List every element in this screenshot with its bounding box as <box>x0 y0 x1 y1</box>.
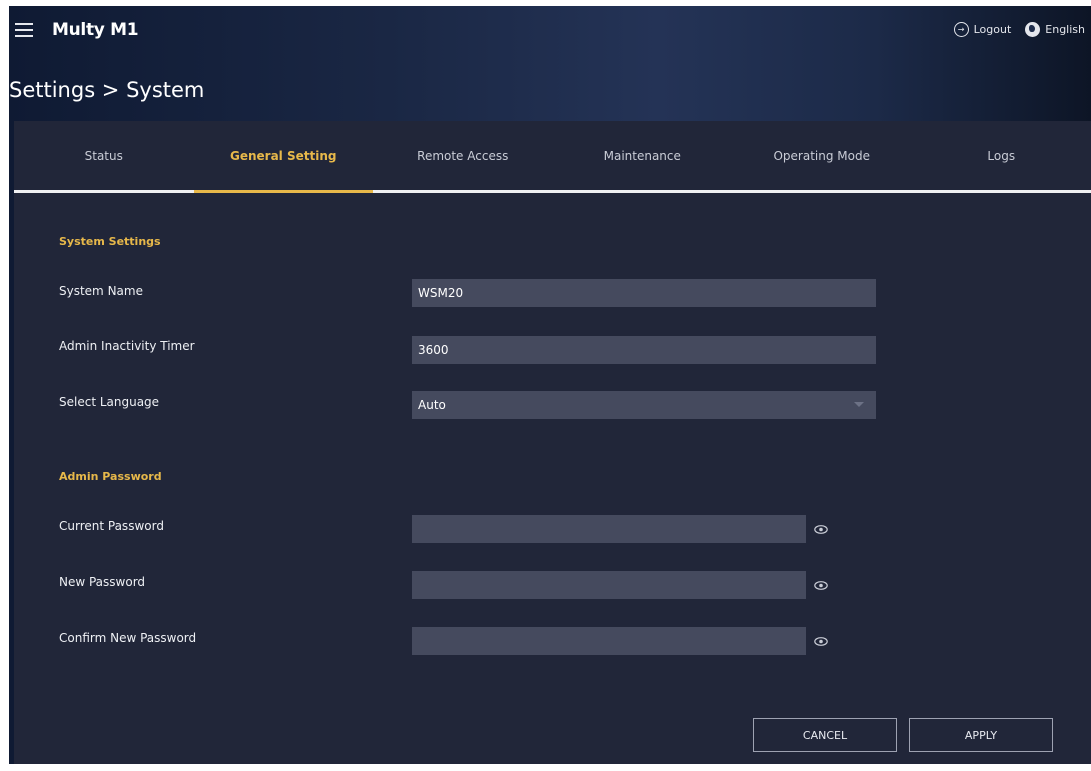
new-password-input[interactable] <box>412 571 806 599</box>
tab-status[interactable]: Status <box>14 121 194 190</box>
confirm-new-password-label: Confirm New Password <box>59 631 197 645</box>
admin-inactivity-timer-input[interactable]: 3600 <box>412 336 876 364</box>
tab-maintenance[interactable]: Maintenance <box>553 121 733 190</box>
select-language-dropdown[interactable]: Auto <box>412 391 876 419</box>
select-language-value: Auto <box>418 398 446 412</box>
cancel-button[interactable]: CANCEL <box>753 718 897 752</box>
tab-remote-access[interactable]: Remote Access <box>373 121 553 190</box>
eye-icon[interactable] <box>814 525 828 534</box>
settings-panel: Status General Setting Remote Access Mai… <box>14 121 1091 764</box>
logout-link[interactable]: → Logout <box>953 22 1012 37</box>
admin-password-heading: Admin Password <box>59 470 162 483</box>
current-password-input[interactable] <box>412 515 806 543</box>
system-settings-heading: System Settings <box>59 235 161 248</box>
tab-operating-mode[interactable]: Operating Mode <box>732 121 912 190</box>
system-name-label: System Name <box>59 284 143 298</box>
tab-logs[interactable]: Logs <box>912 121 1091 190</box>
language-label: English <box>1045 23 1085 36</box>
logout-icon: → <box>953 22 969 37</box>
confirm-new-password-input[interactable] <box>412 627 806 655</box>
language-link[interactable]: English <box>1025 22 1085 37</box>
page-title: Settings > System <box>9 78 205 102</box>
new-password-label: New Password <box>59 575 146 589</box>
menu-icon[interactable] <box>15 23 33 37</box>
system-name-input[interactable]: WSM20 <box>412 279 876 307</box>
select-language-label: Select Language <box>59 395 160 409</box>
admin-inactivity-timer-label: Admin Inactivity Timer <box>59 339 195 353</box>
eye-icon[interactable] <box>814 581 828 590</box>
brand-title: Multy M1 <box>52 20 139 40</box>
eye-icon[interactable] <box>814 637 828 646</box>
apply-button[interactable]: APPLY <box>909 718 1053 752</box>
globe-icon <box>1025 22 1041 37</box>
tab-bar: Status General Setting Remote Access Mai… <box>14 121 1091 193</box>
screenshot-frame: Multy M1 → Logout English Settings > Sys… <box>0 0 1091 771</box>
chevron-down-icon <box>854 402 864 407</box>
app-window: Multy M1 → Logout English Settings > Sys… <box>9 6 1091 764</box>
top-bar: Multy M1 → Logout English <box>9 6 1091 58</box>
logout-label: Logout <box>973 23 1012 36</box>
top-right-links: → Logout English <box>953 22 1085 37</box>
current-password-label: Current Password <box>59 519 164 533</box>
tab-general-setting[interactable]: General Setting <box>193 121 374 193</box>
